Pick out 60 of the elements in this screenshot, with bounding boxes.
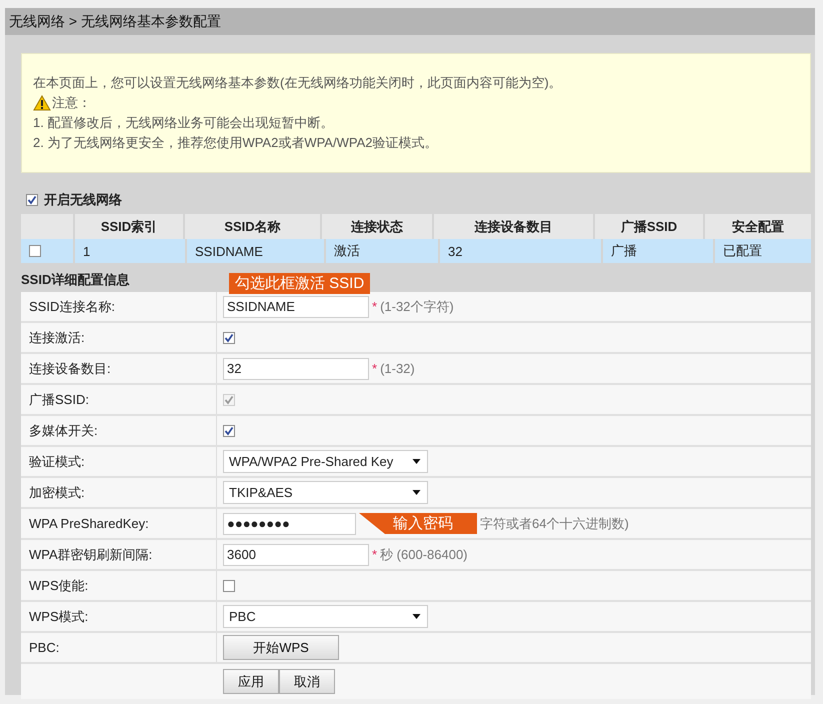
field-label: 连接设备数目: <box>29 360 111 378</box>
column-header: SSID索引 <box>100 218 158 236</box>
field-label: 加密模式: <box>29 484 85 502</box>
action-button[interactable]: 取消 <box>279 669 335 694</box>
field-hint: (1-32个字符) <box>380 298 454 316</box>
column-header: SSID名称 <box>224 218 281 236</box>
dropdown[interactable]: PBC <box>223 605 428 628</box>
column-header: 连接设备数目 <box>474 218 552 236</box>
field-hint: 秒 (600-86400) <box>380 546 468 564</box>
field-label: SSID连接名称: <box>29 298 115 316</box>
checkbox[interactable] <box>223 580 235 592</box>
required-mark: * <box>372 547 378 562</box>
column-header: 安全配置 <box>732 218 784 236</box>
dropdown[interactable]: TKIP&AES <box>223 481 428 504</box>
checkbox[interactable] <box>29 245 41 257</box>
callout: 输入密码 <box>359 513 477 534</box>
dropdown[interactable]: WPA/WPA2 Pre-Shared Key <box>223 450 428 473</box>
checkbox-label: 开启无线网络 <box>44 191 122 209</box>
notice-text: 在本页面上，您可以设置无线网络基本参数(在无线网络功能关闭时，此页面内容可能为空)。 <box>33 74 563 92</box>
notice-text: 2. 为了无线网络更安全，推荐您使用WPA2或者WPA/WPA2验证模式。 <box>33 134 438 152</box>
warning-label: 注意： <box>52 94 91 112</box>
warning-icon <box>33 95 51 111</box>
required-mark: * <box>372 299 378 314</box>
field-label: WPS模式: <box>29 608 88 626</box>
notice-text: 1. 配置修改后，无线网络业务可能会出现短暂中断。 <box>33 114 334 132</box>
field-label: 验证模式: <box>29 452 85 470</box>
input-field[interactable]: 32 <box>223 358 369 380</box>
section-title: SSID详细配置信息 <box>21 271 130 289</box>
table-cell: 激活 <box>334 242 360 260</box>
table-cell: 32 <box>448 244 462 258</box>
field-label: PBC: <box>29 640 60 655</box>
field-label: WPA群密钥刷新间隔: <box>29 546 152 564</box>
caret-icon <box>412 614 421 619</box>
required-mark: * <box>372 361 378 376</box>
action-button[interactable]: 应用 <box>223 669 279 694</box>
field-label: 连接激活: <box>29 328 85 346</box>
checkbox[interactable] <box>223 424 235 436</box>
table-cell: SSIDNAME <box>195 244 263 258</box>
callout: 勾选此框激活 SSID <box>229 273 370 294</box>
start-wps-button[interactable]: 开始WPS <box>223 635 339 660</box>
caret-icon <box>412 490 421 495</box>
checkbox[interactable] <box>26 194 38 206</box>
input-field[interactable]: SSIDNAME <box>223 296 369 318</box>
field-label: 广播SSID: <box>29 390 89 408</box>
field-label: WPS使能: <box>29 576 88 594</box>
checkbox[interactable] <box>223 332 235 344</box>
password-field[interactable]: ●●●●●●●● <box>223 512 356 534</box>
caret-icon <box>412 459 421 464</box>
column-header: 广播SSID <box>620 218 678 236</box>
table-cell: 已配置 <box>723 242 762 260</box>
table-cell: 广播 <box>611 242 637 260</box>
input-field[interactable]: 3600 <box>223 544 369 566</box>
column-header: 连接状态 <box>351 218 403 236</box>
field-hint: 字符或者64个十六进制数) <box>480 514 629 532</box>
field-hint: (1-32) <box>380 361 415 376</box>
table-row[interactable]: 1 SSIDNAME 激活 32 广播 已配置 <box>21 239 811 263</box>
table-cell: 1 <box>83 244 90 258</box>
breadcrumb: 无线网络 > 无线网络基本参数配置 <box>9 12 221 30</box>
field-label: WPA PreSharedKey: <box>29 516 149 531</box>
field-label: 多媒体开关: <box>29 422 98 440</box>
